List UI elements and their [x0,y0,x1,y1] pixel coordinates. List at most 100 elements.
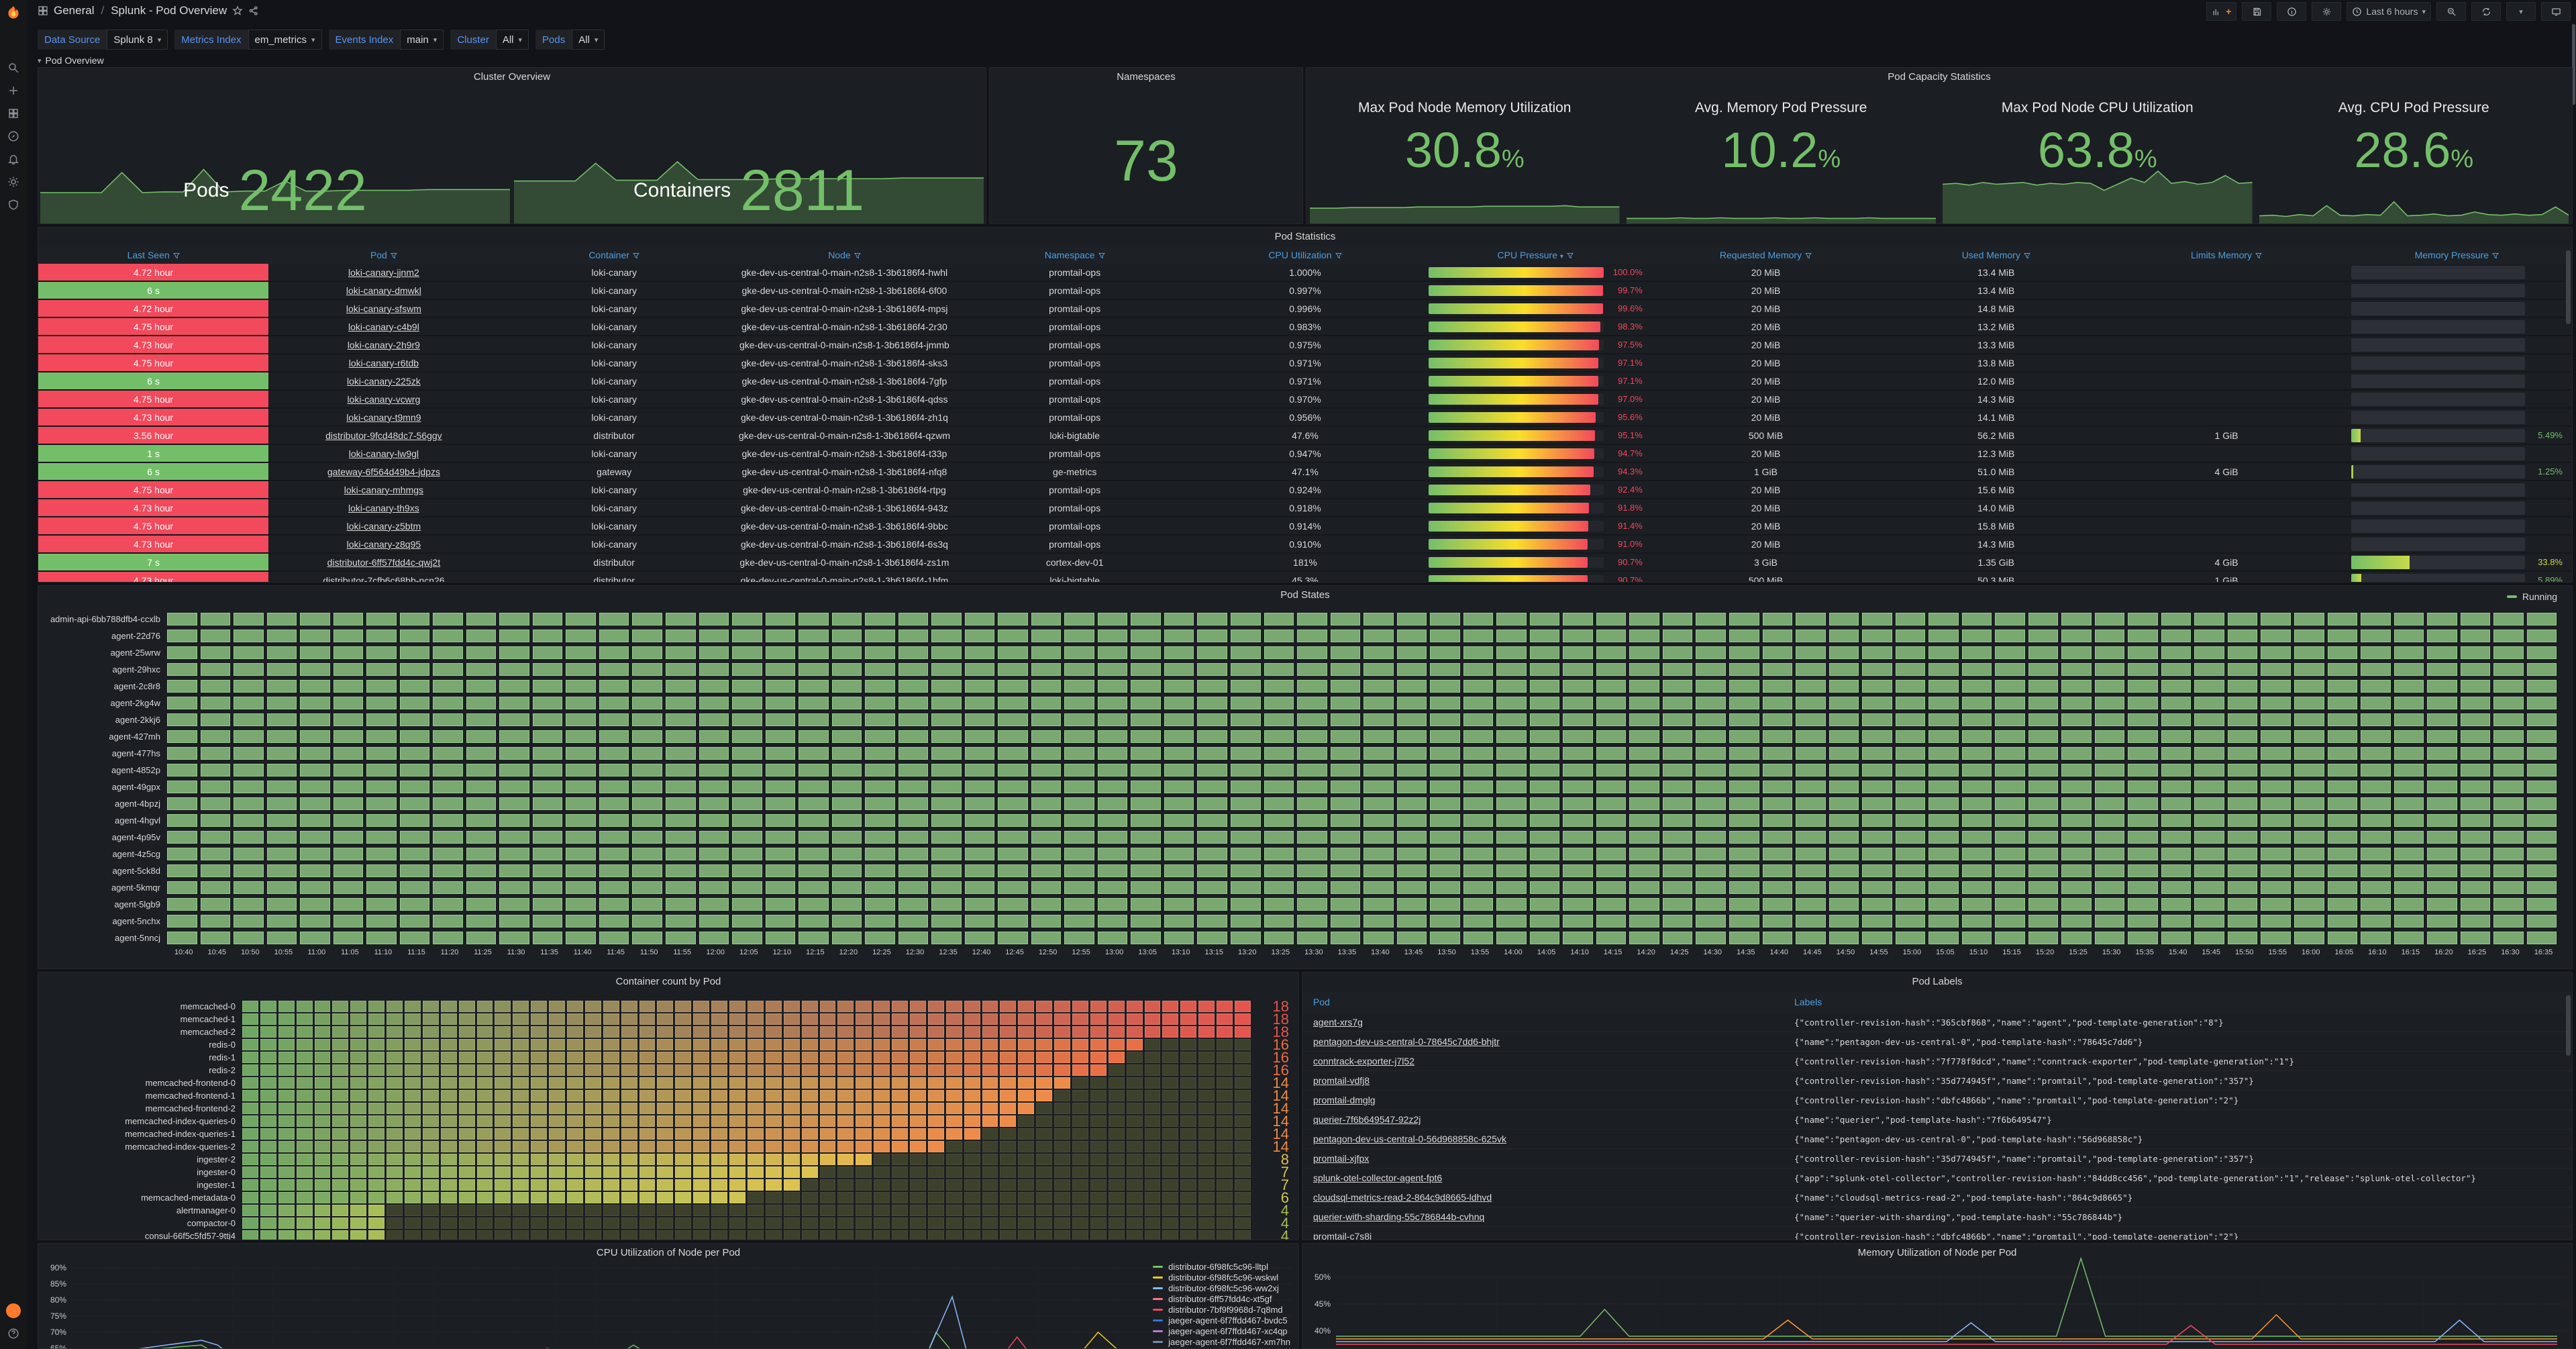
pod-link[interactable]: distributor-9fcd48dc7-56ggv [325,430,442,441]
dashboard-settings-button[interactable] [2312,2,2341,21]
pod-link[interactable]: querier-with-sharding-55c786844b-cvhnq [1313,1211,1484,1222]
pod-link[interactable]: loki-canary-mhmgs [344,485,423,495]
column-header-requested-memory[interactable]: Requested Memory [1651,246,1881,264]
filter-funnel-icon[interactable] [633,252,639,259]
filter-value-dropdown[interactable]: All▾ [572,30,605,50]
column-header-container[interactable]: Container [499,246,729,264]
pod-link[interactable]: loki-canary-2h9r9 [348,340,420,350]
column-header-labels[interactable]: Labels [1784,991,2572,1013]
configuration-gear-icon[interactable] [0,170,27,193]
legend-item[interactable]: distributor-6f98fc5c96-lltpl [1153,1262,1290,1270]
legend-item[interactable]: jaeger-agent-6f7ffdd467-xc4qp [1153,1327,1290,1335]
refresh-interval-dropdown[interactable]: ▾ [2506,2,2536,21]
star-icon[interactable] [232,5,243,16]
pod-link[interactable]: loki-canary-jjnm2 [348,267,419,278]
filter-funnel-icon[interactable] [1567,252,1574,259]
pod-link[interactable]: loki-canary-z8q95 [347,539,421,550]
filter-funnel-icon[interactable] [1098,252,1105,259]
table-scrollbar[interactable] [2566,995,2571,1056]
dashboards-icon[interactable] [0,102,27,125]
panel-title[interactable]: Container count by Pod [38,972,1298,991]
pod-link[interactable]: distributor-6ff57fdd4c-qwj2t [327,557,441,568]
panel-title[interactable]: Namespaces [990,68,1302,87]
filter-value-dropdown[interactable]: main▾ [400,30,444,50]
save-dashboard-button[interactable] [2242,2,2271,21]
column-header-last-seen[interactable]: Last Seen [38,246,268,264]
legend-item[interactable]: jaeger-agent-6f7ffdd467-bvdc5 [1153,1316,1290,1324]
column-header-cpu-pressure[interactable]: CPU Pressure ▾ [1421,246,1651,264]
pod-link[interactable]: promtail-xjfpx [1313,1153,1369,1164]
pod-link[interactable]: cloudsql-metrics-read-2-864c9d8665-ldhvd [1313,1192,1492,1203]
create-plus-icon[interactable] [0,79,27,102]
refresh-button[interactable] [2471,2,2501,21]
alerting-bell-icon[interactable] [0,148,27,170]
legend-item[interactable]: jaeger-agent-6f7ffdd467-xm7hn [1153,1338,1290,1346]
filter-funnel-icon[interactable] [2024,252,2030,259]
add-panel-button[interactable]: + [2206,2,2236,21]
pod-link[interactable]: loki-canary-t9mn9 [346,412,421,423]
filter-funnel-icon[interactable] [391,252,397,259]
pod-link[interactable]: querier-7f6b649547-92z2j [1313,1114,1421,1125]
pod-link[interactable]: promtail-c7s8j [1313,1231,1372,1240]
pod-link[interactable]: loki-canary-lw9gl [349,448,419,459]
pod-link[interactable]: agent-xrs7g [1313,1017,1363,1028]
filter-funnel-icon[interactable] [1805,252,1812,259]
column-header-used-memory[interactable]: Used Memory [1881,246,2111,264]
legend-item[interactable]: distributor-6ff57fdd4c-xt5gf [1153,1295,1290,1303]
legend-item[interactable]: distributor-6f98fc5c96-ww2xj [1153,1284,1290,1292]
filter-funnel-icon[interactable] [2492,252,2499,259]
pod-link[interactable]: promtail-vdfj8 [1313,1075,1370,1086]
help-icon[interactable] [0,1322,27,1345]
pod-link[interactable]: conntrack-exporter-j7l52 [1313,1056,1414,1066]
panel-title[interactable]: Pod States [38,586,2572,605]
pod-link[interactable]: splunk-otel-collector-agent-fpt6 [1313,1172,1442,1183]
panel-title[interactable]: Pod Labels [1302,972,2572,991]
column-header-memory-pressure[interactable]: Memory Pressure [2342,246,2572,264]
pod-link[interactable]: loki-canary-sfswm [346,303,421,314]
explore-compass-icon[interactable] [0,125,27,148]
column-header-namespace[interactable]: Namespace [960,246,1190,264]
legend-item[interactable]: distributor-6f98fc5c96-wskwl [1153,1273,1290,1281]
pod-link[interactable]: loki-canary-vcwrg [347,394,420,405]
page-title[interactable]: Splunk - Pod Overview [111,4,227,17]
search-icon[interactable] [0,56,27,79]
pod-link[interactable]: loki-canary-225zk [347,376,421,387]
row-toggle-pod-overview[interactable]: ▾ Pod Overview [38,55,104,66]
column-header-pod[interactable]: Pod [1302,991,1784,1013]
snapshot-info-button[interactable] [2277,2,2306,21]
pod-link[interactable]: loki-canary-c4b9l [348,321,419,332]
pod-link[interactable]: pentagon-dev-us-central-0-78645c7dd6-bhj… [1313,1036,1500,1047]
server-admin-shield-icon[interactable] [0,193,27,216]
filter-funnel-icon[interactable] [1335,252,1342,259]
pod-link[interactable]: loki-canary-th9xs [348,503,419,513]
grafana-logo-icon[interactable] [0,0,27,27]
table-scrollbar[interactable] [2566,250,2571,324]
filter-value-dropdown[interactable]: All▾ [496,30,529,50]
time-range-picker[interactable]: Last 6 hours ▾ [2347,2,2431,21]
legend-item[interactable]: distributor-7bf9f9968d-7q8md [1153,1305,1290,1313]
filter-funnel-icon[interactable] [173,252,180,259]
column-header-pod[interactable]: Pod [268,246,499,264]
panel-title[interactable]: Pod Statistics [38,228,2572,246]
filter-value-dropdown[interactable]: Splunk 8▾ [107,30,168,50]
column-header-node[interactable]: Node [729,246,960,264]
filter-funnel-icon[interactable] [854,252,861,259]
pod-link[interactable]: loki-canary-r6tdb [349,358,419,368]
pod-link[interactable]: distributor-7cfb6c68bb-ncn26 [323,575,444,583]
pod-link[interactable]: promtail-dmglg [1313,1095,1376,1105]
filter-value-dropdown[interactable]: em_metrics▾ [248,30,322,50]
pod-link[interactable]: loki-canary-dmwkl [346,285,421,296]
zoom-out-button[interactable] [2436,2,2466,21]
share-icon[interactable] [248,5,259,16]
legend-running[interactable]: Running [2507,591,2557,602]
column-header-cpu-utilization[interactable]: CPU Utilization [1190,246,1420,264]
filter-funnel-icon[interactable] [2255,252,2262,259]
user-avatar[interactable] [6,1303,21,1318]
kiosk-tv-button[interactable] [2541,2,2571,21]
heatmap-cell-running [2294,932,2324,944]
pod-link[interactable]: gateway-6f564d49b4-jdpzs [327,466,440,477]
pod-link[interactable]: loki-canary-z5btm [347,521,421,532]
column-header-limits-memory[interactable]: Limits Memory [2111,246,2341,264]
pod-link[interactable]: pentagon-dev-us-central-0-56d968858c-625… [1313,1134,1506,1144]
breadcrumb-folder[interactable]: General [54,4,94,17]
